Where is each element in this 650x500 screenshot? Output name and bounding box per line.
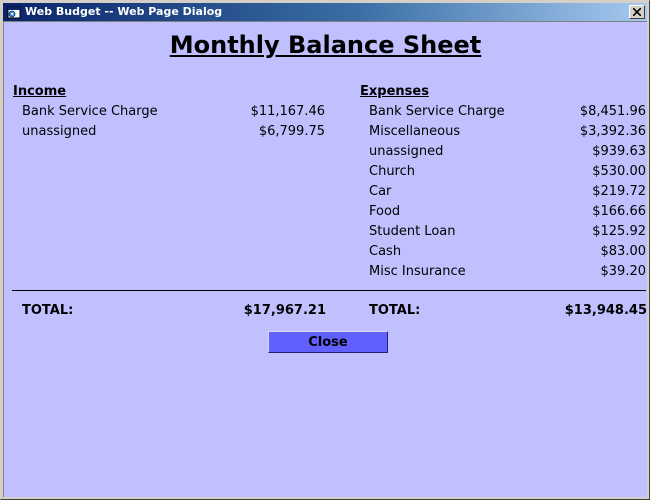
- dialog-content: Monthly Balance Sheet Income Expenses Ba…: [3, 21, 647, 497]
- expense-row: Bank Service Charge $8,451.96: [369, 102, 646, 122]
- income-total-value: $17,967.21: [243, 303, 326, 318]
- expense-row: unassigned $939.63: [369, 142, 646, 162]
- income-total-label: TOTAL:: [22, 303, 74, 318]
- income-row: unassigned $6,799.75: [22, 122, 325, 142]
- totals-divider: [12, 290, 646, 291]
- expense-row-amount: $83.00: [600, 244, 647, 259]
- expense-row-label: Bank Service Charge: [369, 104, 505, 119]
- expense-row-amount: $39.20: [600, 264, 647, 279]
- expense-row: Cash $83.00: [369, 242, 646, 262]
- expense-row: Food $166.66: [369, 202, 646, 222]
- expense-row-amount: $530.00: [592, 164, 646, 179]
- expense-row-label: Car: [369, 184, 392, 199]
- expense-row-amount: $8,451.96: [579, 104, 646, 119]
- expense-row-amount: $125.92: [592, 224, 646, 239]
- expense-row-label: Cash: [369, 244, 402, 259]
- income-row-amount: $11,167.46: [250, 104, 325, 119]
- web-page-dialog-icon: [6, 4, 22, 20]
- page-title: Monthly Balance Sheet: [169, 31, 482, 59]
- income-row-amount: $6,799.75: [258, 124, 325, 139]
- expense-row-label: Food: [369, 204, 401, 219]
- expense-row: Church $530.00: [369, 162, 646, 182]
- expense-total-label: TOTAL:: [369, 303, 421, 318]
- income-heading: Income: [13, 84, 67, 99]
- expense-row-label: Student Loan: [369, 224, 456, 239]
- title-bar[interactable]: Web Budget -- Web Page Dialog: [3, 3, 647, 21]
- dialog-window: Web Budget -- Web Page Dialog Monthly Ba…: [0, 0, 650, 500]
- expense-row-label: Church: [369, 164, 416, 179]
- expense-row-label: unassigned: [369, 144, 444, 159]
- expense-row-label: Misc Insurance: [369, 264, 466, 279]
- expense-row: Misc Insurance $39.20: [369, 262, 646, 282]
- window-close-button[interactable]: [629, 5, 645, 19]
- income-row: Bank Service Charge $11,167.46: [22, 102, 325, 122]
- expense-row: Student Loan $125.92: [369, 222, 646, 242]
- expense-row-amount: $3,392.36: [579, 124, 646, 139]
- expense-row: Car $219.72: [369, 182, 646, 202]
- close-button[interactable]: Close: [268, 331, 388, 353]
- expense-total-value: $13,948.45: [564, 303, 647, 318]
- income-row-label: unassigned: [22, 124, 97, 139]
- income-list: Bank Service Charge $11,167.46 unassigne…: [22, 102, 325, 142]
- expense-row-amount: $166.66: [592, 204, 646, 219]
- expenses-heading: Expenses: [360, 84, 429, 99]
- expense-row-label: Miscellaneous: [369, 124, 461, 139]
- expense-row-amount: $219.72: [592, 184, 646, 199]
- income-row-label: Bank Service Charge: [22, 104, 158, 119]
- expense-row-amount: $939.63: [592, 144, 646, 159]
- close-x-icon: [633, 8, 641, 16]
- expense-list: Bank Service Charge $8,451.96 Miscellane…: [369, 102, 646, 282]
- expense-row: Miscellaneous $3,392.36: [369, 122, 646, 142]
- window-title: Web Budget -- Web Page Dialog: [25, 5, 223, 18]
